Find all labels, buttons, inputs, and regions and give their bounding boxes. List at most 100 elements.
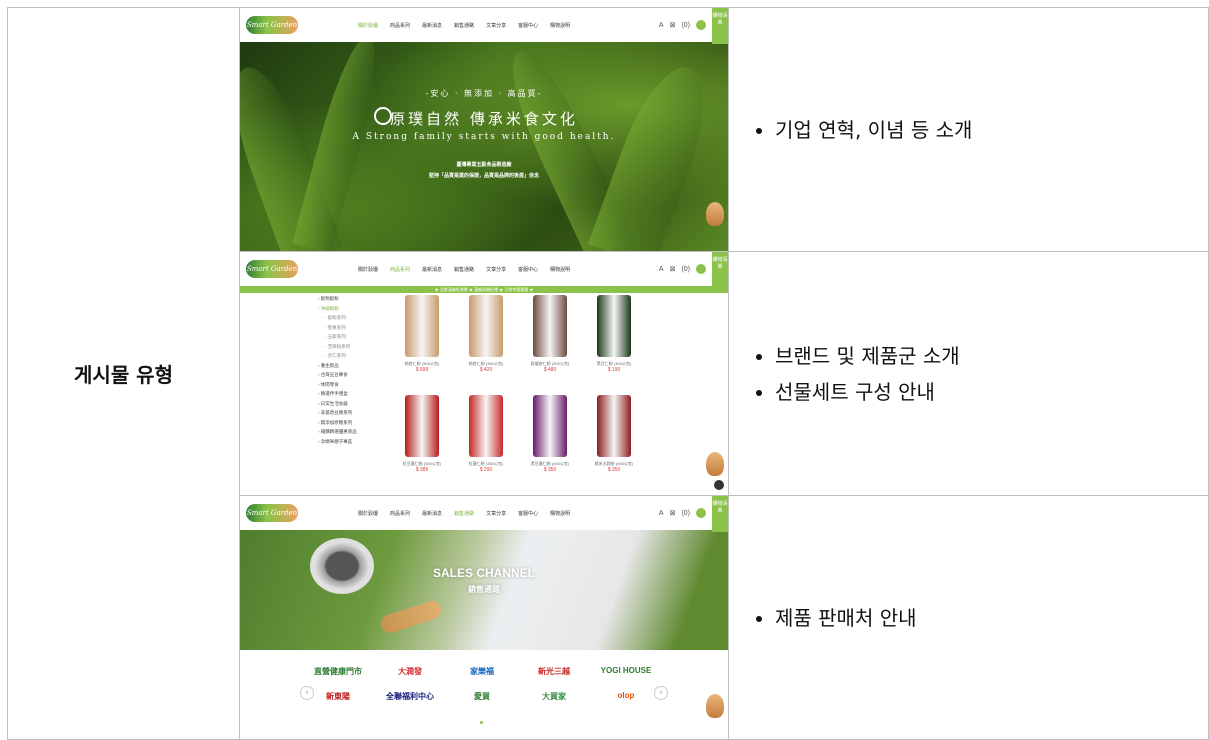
category-item[interactable]: › 非基改豆類系列 <box>318 408 388 418</box>
partner-logo[interactable]: 家樂福 <box>446 666 518 677</box>
cart-sidebar[interactable]: 購物清單 <box>712 252 728 288</box>
partner-logo[interactable]: 新光三越 <box>518 666 590 677</box>
prev-arrow-icon[interactable]: ‹ <box>300 686 314 700</box>
site-logo[interactable]: Smart Garden <box>246 260 298 278</box>
partner-logo[interactable]: 大買家 <box>518 691 590 702</box>
partner-logo[interactable]: YOGI HOUSE <box>590 666 662 677</box>
product-card[interactable]: 黑豆薏仁粉 (400公克) $ 350 <box>518 395 582 491</box>
category-item[interactable]: - 杏仁系列 <box>318 351 388 361</box>
member-icon[interactable]: ⊠ <box>670 509 676 517</box>
mascot-icon[interactable] <box>706 452 724 476</box>
category-item[interactable]: - 芝麻粉系列 <box>318 342 388 352</box>
search-icon[interactable] <box>696 508 706 518</box>
nav-item[interactable]: 購物說明 <box>550 510 570 517</box>
product-price: $ 350 <box>543 467 557 473</box>
nav-item[interactable]: 購物說明 <box>550 22 570 29</box>
next-arrow-icon[interactable]: › <box>654 686 668 700</box>
partner-logo[interactable]: 全聯福利中心 <box>374 691 446 702</box>
product-card[interactable]: 穀優杏仁粉 (500公克) $ 480 <box>518 295 582 391</box>
nav-item[interactable]: 商品系列 <box>390 510 410 517</box>
nav-item[interactable]: 購物說明 <box>550 266 570 273</box>
promo-bar: ★ 全館滿額免運費 ★ 滿額再贈好禮 ★ 日常特惠優惠 ★ <box>240 286 728 293</box>
category-item[interactable]: - 五穀系列 <box>318 332 388 342</box>
nav-item[interactable]: 銷售通路 <box>454 266 474 273</box>
category-item[interactable]: › 精選伴手禮盒 <box>318 389 388 399</box>
product-image[interactable] <box>597 295 631 357</box>
product-card[interactable]: 黑豆仁粉 (400公克) $ 190 <box>582 295 646 391</box>
screenshot-company-history: -安心 · 無添加 · 高品質- 原璞自然 傳承米食文化 A Strong fa… <box>239 7 729 252</box>
partner-logo[interactable]: 大潤發 <box>374 666 446 677</box>
mascot-icon[interactable] <box>706 694 724 718</box>
product-price: $ 480 <box>543 367 557 373</box>
hero-title: 原璞自然 傳承米食文化 <box>390 110 578 128</box>
nav-item[interactable]: 文章分享 <box>486 510 506 517</box>
product-image[interactable] <box>405 395 439 457</box>
product-price: $ 350 <box>607 467 621 473</box>
category-item[interactable]: › 穀物穀粉 <box>318 294 388 304</box>
product-image[interactable] <box>533 395 567 457</box>
nav-item[interactable]: 客服中心 <box>518 266 538 273</box>
product-image[interactable] <box>469 395 503 457</box>
category-item[interactable]: › 日常生活食器 <box>318 399 388 409</box>
product-image[interactable] <box>405 295 439 357</box>
partner-logo[interactable]: 愛買 <box>446 691 518 702</box>
cart-count[interactable]: (0) <box>681 510 690 517</box>
nav-item[interactable]: 最新消息 <box>422 266 442 273</box>
category-item[interactable]: › 養生飲品 <box>318 361 388 371</box>
nav-item[interactable]: 銷售通路 <box>454 22 474 29</box>
category-item[interactable]: - 堅果系列 <box>318 323 388 333</box>
nav-item[interactable]: 客服中心 <box>518 510 538 517</box>
mascot-icon[interactable] <box>706 202 724 226</box>
category-item[interactable]: › 無添加原糖系列 <box>318 418 388 428</box>
product-card[interactable]: 純杏仁粉 (500公克) $ 699 <box>390 295 454 391</box>
category-label: 箱購精選優惠商品 <box>320 429 357 434</box>
nav-item[interactable]: 最新消息 <box>422 22 442 29</box>
category-item[interactable]: › 沖調穀粉 <box>318 304 388 314</box>
nav-item[interactable]: 文章分享 <box>486 22 506 29</box>
category-item[interactable]: › 休閒零食 <box>318 380 388 390</box>
partner-logo[interactable]: olop <box>590 691 662 702</box>
bullet-item: 기업 연혁, 이념 등 소개 <box>775 112 1208 148</box>
spoon-image <box>378 598 444 636</box>
product-image[interactable] <box>597 395 631 457</box>
product-card[interactable]: 紅薏仁粉 (350公克) $ 290 <box>454 395 518 491</box>
product-card[interactable]: 糙米五穀粉 (450公克) $ 350 <box>582 395 646 491</box>
cart-sidebar[interactable]: 購物清單 <box>712 496 728 532</box>
member-icon[interactable]: ⊠ <box>670 265 676 273</box>
product-card[interactable]: 紅豆薏仁粉 (500公克) $ 389 <box>390 395 454 491</box>
cart-count[interactable]: (0) <box>681 266 690 273</box>
search-icon[interactable] <box>696 20 706 30</box>
nav-item[interactable]: 關於穀優 <box>358 510 378 517</box>
hero-banner: -安心 · 無添加 · 高品質- 原璞自然 傳承米食文化 A Strong fa… <box>240 30 728 251</box>
product-card[interactable]: 純杏仁粉 (350公克) $ 420 <box>454 295 518 391</box>
site-logo[interactable]: Smart Garden <box>246 16 298 34</box>
cart-sidebar[interactable]: 購物清單 <box>712 8 728 44</box>
nav-item[interactable]: 客服中心 <box>518 22 538 29</box>
nav-item[interactable]: 最新消息 <box>422 510 442 517</box>
hero-tagline: -安心 · 無添加 · 高品質- <box>425 89 543 98</box>
category-label: 養生飲品 <box>320 362 339 368</box>
scroll-top-button[interactable] <box>714 480 724 490</box>
nav-item[interactable]: 關於穀優 <box>358 22 378 29</box>
product-image[interactable] <box>533 295 567 357</box>
category-item[interactable]: › 台灣豆豆專食 <box>318 370 388 380</box>
user-icon[interactable]: A <box>659 266 664 273</box>
product-image[interactable] <box>469 295 503 357</box>
nav-item[interactable]: 商品系列 <box>390 266 410 273</box>
nav-item[interactable]: 關於穀優 <box>358 266 378 273</box>
user-icon[interactable]: A <box>659 22 664 29</box>
nav-item[interactable]: 商品系列 <box>390 22 410 29</box>
category-label: 非基改豆類系列 <box>320 410 353 415</box>
category-item[interactable]: - 穀粉系列 <box>318 313 388 323</box>
member-icon[interactable]: ⊠ <box>670 21 676 29</box>
search-icon[interactable] <box>696 264 706 274</box>
category-item[interactable]: › 箱購精選優惠商品 <box>318 427 388 437</box>
nav-item[interactable]: 銷售通路 <box>454 510 474 517</box>
partner-logo[interactable]: 直營健康門市 <box>302 666 374 677</box>
site-logo[interactable]: Smart Garden <box>246 504 298 522</box>
category-item[interactable]: › 孕媽咪親子專區 <box>318 437 388 447</box>
carousel-dot[interactable] <box>480 721 483 724</box>
cart-count[interactable]: (0) <box>681 22 690 29</box>
user-icon[interactable]: A <box>659 510 664 517</box>
nav-item[interactable]: 文章分享 <box>486 266 506 273</box>
